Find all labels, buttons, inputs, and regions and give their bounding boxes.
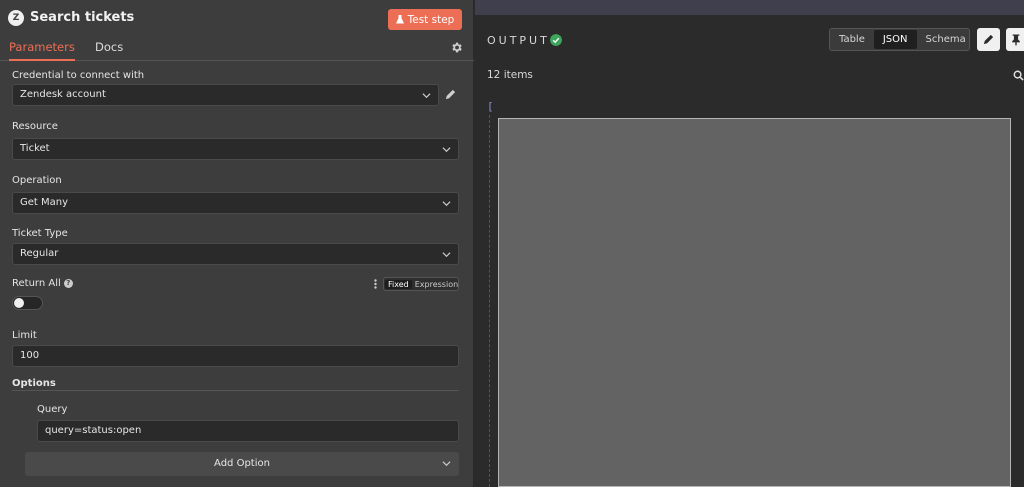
test-step-button[interactable]: Test step	[388, 9, 462, 30]
pin-output-button[interactable]	[1006, 28, 1024, 51]
options-heading: Options	[12, 378, 56, 389]
tab-docs[interactable]: Docs	[95, 40, 123, 61]
edit-output-button[interactable]	[977, 28, 1000, 51]
limit-label: Limit	[12, 330, 37, 341]
pencil-icon[interactable]	[444, 88, 457, 101]
chevron-down-icon	[442, 201, 451, 207]
operation-select[interactable]: Get Many	[12, 192, 459, 214]
tab-parameters[interactable]: Parameters	[9, 40, 75, 61]
query-value: query=status:open	[45, 425, 142, 436]
check-circle-icon	[550, 34, 562, 46]
return-all-label: Return All?	[12, 278, 73, 289]
pin-icon	[1012, 34, 1020, 46]
return-all-switch[interactable]	[12, 296, 43, 310]
credential-label: Credential to connect with	[12, 70, 145, 81]
resource-select[interactable]: Ticket	[12, 138, 459, 160]
return-all-text: Return All	[12, 278, 61, 289]
gear-icon[interactable]	[450, 41, 463, 54]
options-divider	[12, 390, 459, 391]
limit-input[interactable]: 100	[12, 345, 459, 367]
resource-label: Resource	[12, 121, 58, 132]
json-indent-guide	[489, 115, 490, 487]
flask-icon	[395, 15, 404, 24]
node-header: Z Search tickets Test step	[0, 0, 474, 40]
mode-expression[interactable]: Expression	[412, 280, 461, 289]
output-json-area[interactable]	[498, 118, 1011, 487]
parameter-mode-toggle: Fixed Expression	[383, 277, 459, 291]
help-icon[interactable]: ?	[63, 279, 73, 288]
ticket-type-value: Regular	[20, 248, 59, 259]
output-view-switcher: Table JSON Schema	[829, 28, 970, 51]
resource-value: Ticket	[20, 143, 50, 154]
ticket-type-select[interactable]: Regular	[12, 243, 459, 265]
view-schema[interactable]: Schema	[917, 30, 975, 49]
view-table[interactable]: Table	[830, 30, 874, 49]
item-count: 12 items	[487, 69, 533, 81]
chevron-down-icon	[442, 461, 451, 467]
view-json[interactable]: JSON	[873, 30, 917, 49]
operation-value: Get Many	[20, 197, 69, 208]
json-open-bracket: [	[487, 100, 494, 113]
node-parameters-panel: Z Search tickets Test step Parameters Do…	[0, 0, 474, 487]
chevron-down-icon	[422, 93, 431, 99]
query-label: Query	[37, 404, 68, 415]
chevron-down-icon	[442, 252, 451, 258]
query-input[interactable]: query=status:open	[37, 420, 459, 442]
credential-value: Zendesk account	[20, 89, 106, 100]
ticket-type-label: Ticket Type	[12, 228, 68, 239]
edit-icon	[983, 34, 994, 45]
panel-tabs: Parameters Docs	[0, 38, 474, 61]
search-icon[interactable]	[1013, 70, 1024, 81]
operation-label: Operation	[12, 175, 62, 186]
add-option-button[interactable]: Add Option	[25, 452, 459, 476]
switch-knob	[14, 298, 24, 308]
credential-select[interactable]: Zendesk account	[12, 84, 439, 106]
top-strip	[475, 0, 1024, 15]
mode-fixed[interactable]: Fixed	[385, 279, 412, 289]
zendesk-logo-icon: Z	[8, 10, 24, 26]
add-option-label: Add Option	[214, 458, 270, 469]
output-title: OUTPUT	[487, 34, 550, 47]
limit-value: 100	[20, 350, 40, 361]
test-step-label: Test step	[407, 13, 455, 26]
node-title[interactable]: Search tickets	[30, 10, 134, 25]
chevron-down-icon	[442, 147, 451, 153]
kebab-icon[interactable]	[374, 279, 377, 289]
